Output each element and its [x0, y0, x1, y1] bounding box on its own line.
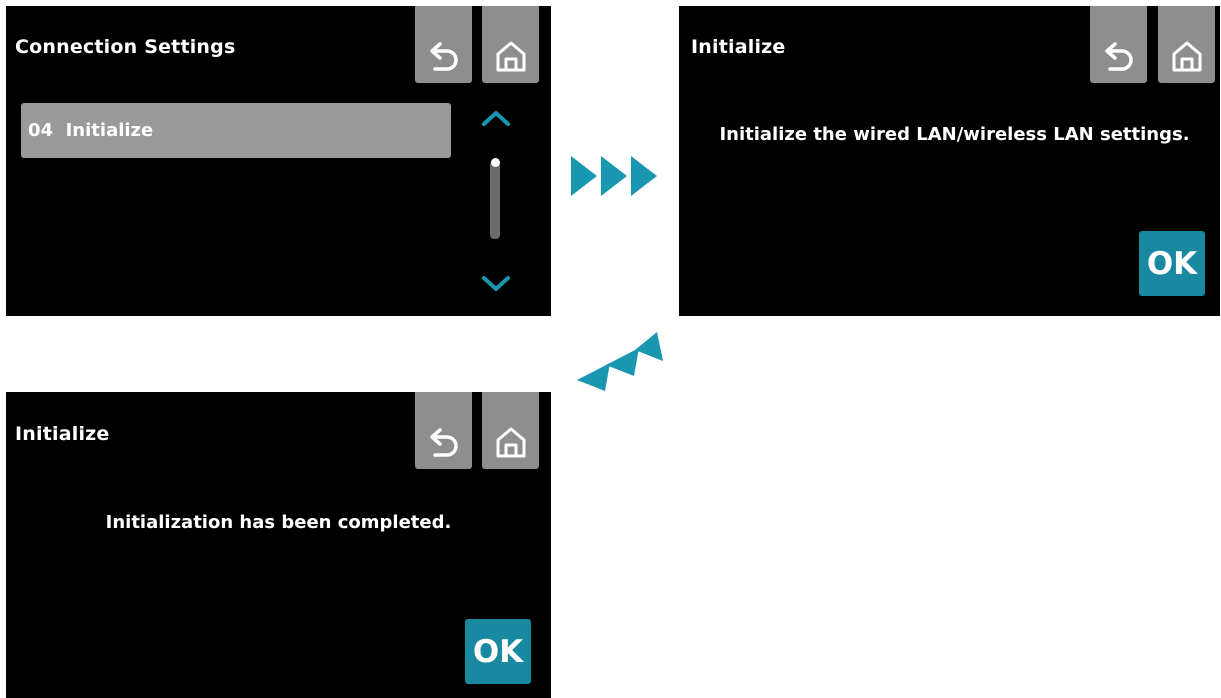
back-arrow-icon [429, 42, 458, 71]
back-button[interactable] [1090, 6, 1147, 83]
list-item-label: Initialize [65, 120, 154, 141]
chevron-up-icon[interactable] [480, 108, 512, 128]
back-arrow-icon [429, 428, 458, 457]
triple-triangle-right-icon [571, 156, 657, 196]
list-item-initialize[interactable]: 04 Initialize [21, 103, 451, 158]
ok-button[interactable]: OK [1139, 231, 1205, 296]
screen-title: Initialize [15, 423, 110, 445]
confirmation-message: Initialize the wired LAN/wireless LAN se… [719, 124, 1190, 145]
home-button[interactable] [1158, 6, 1215, 83]
back-button[interactable] [415, 392, 472, 469]
home-button[interactable] [482, 6, 539, 83]
home-icon [496, 41, 525, 72]
screen-title: Connection Settings [15, 36, 236, 58]
workflow-diagram: Connection Settings 04 Initialize Initia… [0, 0, 1221, 698]
ok-button[interactable]: OK [465, 619, 531, 684]
back-button[interactable] [415, 6, 472, 83]
home-icon [1172, 41, 1201, 72]
list-item-number: 04 [28, 120, 54, 141]
triple-triangle-left-icon [577, 332, 663, 391]
completion-message: Initialization has been completed. [105, 512, 452, 533]
home-button[interactable] [482, 392, 539, 469]
home-icon [496, 427, 525, 458]
connection-settings-screen: Connection Settings 04 Initialize [6, 6, 551, 316]
chevron-down-icon[interactable] [480, 274, 512, 294]
initialize-confirm-screen: Initialize Initialize the wired LAN/wire… [679, 6, 1220, 316]
scrollbar-track[interactable] [490, 161, 500, 239]
scrollbar-thumb[interactable] [491, 158, 500, 167]
back-arrow-icon [1104, 42, 1133, 71]
screen-title: Initialize [691, 36, 786, 58]
initialize-complete-screen: Initialize Initialization has been compl… [6, 392, 551, 698]
